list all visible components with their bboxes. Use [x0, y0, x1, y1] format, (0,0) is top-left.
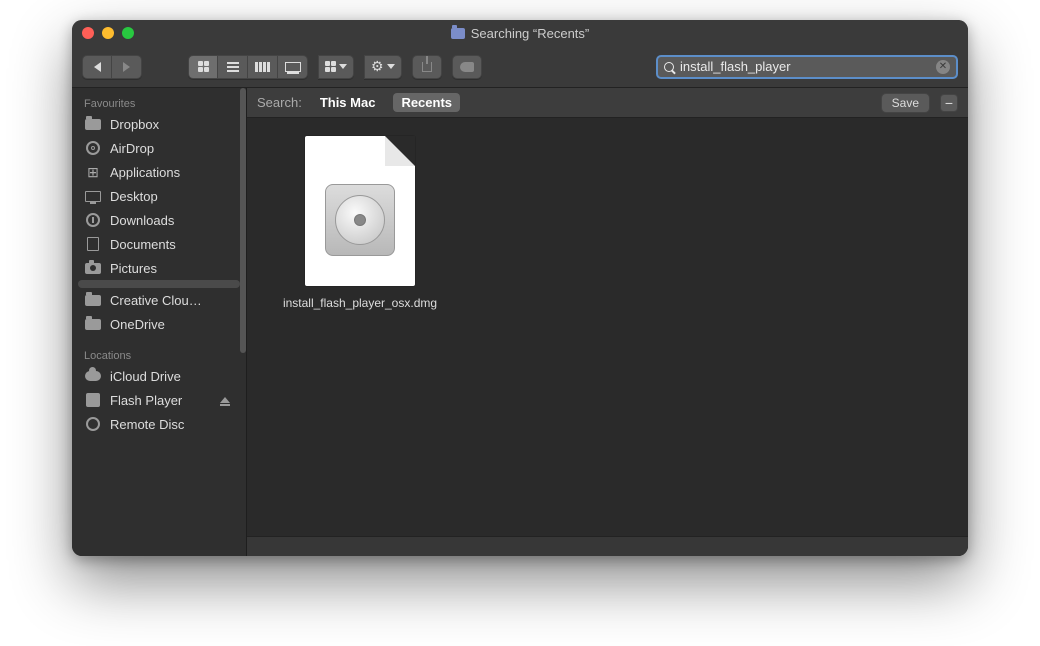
close-button[interactable]: [82, 27, 94, 39]
window-title-text: Searching “Recents”: [471, 26, 590, 41]
group-menu[interactable]: [318, 55, 354, 79]
pictures-icon: [84, 260, 102, 276]
scope-this-mac[interactable]: This Mac: [312, 93, 384, 112]
sidebar-item-airdrop[interactable]: AirDrop: [72, 136, 246, 160]
folder-icon: [84, 292, 102, 308]
columns-icon: [255, 62, 270, 72]
tag-icon: [460, 62, 474, 72]
file-item[interactable]: install_flash_player_osx.dmg: [265, 136, 455, 310]
remove-criteria-button[interactable]: −: [940, 94, 958, 112]
save-search-button[interactable]: Save: [881, 93, 930, 113]
documents-icon: [84, 236, 102, 252]
view-gallery-button[interactable]: [278, 55, 308, 79]
share-button[interactable]: [412, 55, 442, 79]
sidebar-item-downloads[interactable]: Downloads: [72, 208, 246, 232]
sidebar-item-applications[interactable]: ⊞ Applications: [72, 160, 246, 184]
sidebar-item-remote-disc[interactable]: Remote Disc: [72, 412, 246, 436]
sidebar-item-blank[interactable]: [78, 280, 240, 288]
sidebar-item-label: Creative Clou…: [110, 293, 202, 308]
sidebar-item-documents[interactable]: Documents: [72, 232, 246, 256]
view-segmented: [188, 55, 308, 79]
sidebar-item-label: Documents: [110, 237, 176, 252]
drive-icon: [84, 392, 102, 408]
sidebar: Favourites Dropbox AirDrop ⊞ Application…: [72, 88, 247, 556]
titlebar: Searching “Recents”: [72, 20, 968, 46]
traffic-lights: [82, 27, 134, 39]
sidebar-item-dropbox[interactable]: Dropbox: [72, 112, 246, 136]
back-button[interactable]: [82, 55, 112, 79]
results-grid: install_flash_player_osx.dmg: [247, 118, 968, 536]
chevron-down-icon: [387, 64, 395, 69]
search-icon: [664, 62, 674, 72]
sidebar-section-locations: Locations: [72, 346, 246, 364]
sidebar-item-label: Remote Disc: [110, 417, 184, 432]
sidebar-item-label: Downloads: [110, 213, 174, 228]
sidebar-item-label: iCloud Drive: [110, 369, 181, 384]
gear-icon: ⚙: [371, 58, 384, 75]
sidebar-item-label: Pictures: [110, 261, 157, 276]
sidebar-item-flash-player[interactable]: Flash Player: [72, 388, 246, 412]
search-input[interactable]: [680, 59, 930, 74]
sidebar-item-icloud[interactable]: iCloud Drive: [72, 364, 246, 388]
grid-icon: [198, 61, 209, 72]
minimize-button[interactable]: [102, 27, 114, 39]
applications-icon: ⊞: [84, 164, 102, 180]
action-menu[interactable]: ⚙: [364, 55, 402, 79]
chevron-down-icon: [339, 64, 347, 69]
share-icon: [422, 62, 432, 72]
group-icon: [325, 61, 336, 72]
sidebar-item-label: Flash Player: [110, 393, 182, 408]
view-list-button[interactable]: [218, 55, 248, 79]
window-title: Searching “Recents”: [72, 26, 968, 41]
chevron-right-icon: [123, 62, 130, 72]
disc-icon: [84, 416, 102, 432]
gallery-icon: [285, 62, 301, 72]
sidebar-item-desktop[interactable]: Desktop: [72, 184, 246, 208]
clear-search-button[interactable]: ✕: [936, 60, 950, 74]
sidebar-item-pictures[interactable]: Pictures: [72, 256, 246, 280]
downloads-icon: [84, 212, 102, 228]
sidebar-item-label: Desktop: [110, 189, 158, 204]
sidebar-item-onedrive[interactable]: OneDrive: [72, 312, 246, 336]
chevron-left-icon: [94, 62, 101, 72]
dmg-file-icon: [305, 136, 415, 286]
sidebar-item-label: AirDrop: [110, 141, 154, 156]
sidebar-item-label: Dropbox: [110, 117, 159, 132]
search-field[interactable]: ✕: [656, 55, 958, 79]
sidebar-section-favourites: Favourites: [72, 94, 246, 112]
scrollbar[interactable]: [240, 88, 246, 353]
maximize-button[interactable]: [122, 27, 134, 39]
cloud-icon: [84, 368, 102, 384]
forward-button[interactable]: [112, 55, 142, 79]
disk-icon: [325, 184, 395, 256]
finder-window: Searching “Recents” ⚙ ✕: [72, 20, 968, 556]
folder-icon: [84, 316, 102, 332]
view-icons-button[interactable]: [188, 55, 218, 79]
scope-label: Search:: [257, 95, 302, 110]
sidebar-item-label: OneDrive: [110, 317, 165, 332]
sidebar-item-creative-cloud[interactable]: Creative Clou…: [72, 288, 246, 312]
toolbar: ⚙ ✕: [72, 46, 968, 88]
file-name-label: install_flash_player_osx.dmg: [283, 296, 437, 310]
view-columns-button[interactable]: [248, 55, 278, 79]
sidebar-item-label: Applications: [110, 165, 180, 180]
search-scope-bar: Search: This Mac Recents Save −: [247, 88, 968, 118]
folder-icon: [84, 116, 102, 132]
folder-icon: [451, 28, 465, 39]
status-bar: [247, 536, 968, 556]
scope-recents[interactable]: Recents: [393, 93, 460, 112]
tags-button[interactable]: [452, 55, 482, 79]
list-icon: [227, 62, 239, 72]
desktop-icon: [84, 188, 102, 204]
nav-buttons: [82, 55, 142, 79]
content-area: Search: This Mac Recents Save − install_…: [247, 88, 968, 556]
eject-button[interactable]: [216, 392, 234, 408]
airdrop-icon: [84, 140, 102, 156]
